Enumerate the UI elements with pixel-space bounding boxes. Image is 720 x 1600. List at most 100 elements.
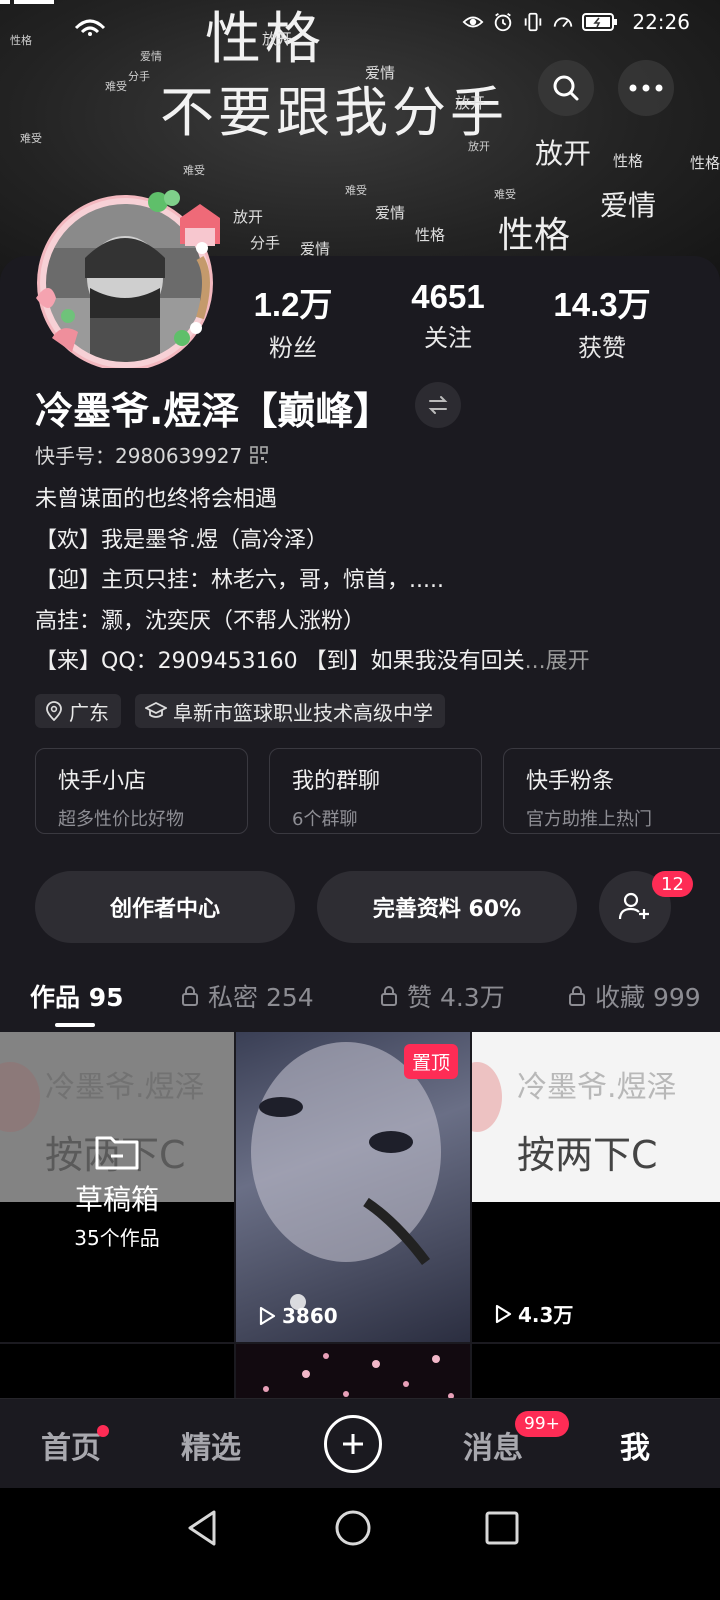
tab-liked-label: 赞 4.3万 (407, 983, 505, 1012)
banner-word: 爱情 (365, 64, 396, 82)
bio-line: 【迎】主页只挂：林老六，哥，惊首，..... (35, 568, 444, 593)
qr-code-icon[interactable] (250, 445, 269, 464)
status-carrier-glyph (0, 0, 140, 44)
bio-expand-link[interactable]: 展开 (546, 649, 590, 674)
kuaishou-id-row[interactable]: 快手号：2980639927 (35, 440, 269, 469)
back-icon[interactable] (184, 1508, 220, 1548)
home-notification-dot (97, 1425, 109, 1437)
battery-icon (582, 13, 618, 31)
banner-word: 爱情 (140, 50, 162, 63)
stat-likes-value: 14.3万 (553, 286, 651, 323)
video-item[interactable]: 冷墨爷.煜泽 按两下C 4.3万 (472, 1032, 720, 1342)
card-promotion[interactable]: 快手粉条 官方助推上热门 (503, 748, 720, 834)
banner-word: 放开 (468, 140, 490, 153)
plus-icon (343, 1434, 363, 1454)
add-user-icon (618, 892, 649, 920)
banner-word: 爱情 (600, 189, 657, 222)
location-pin-icon (46, 701, 62, 721)
banner-word: 性格 (415, 226, 446, 244)
profile-nickname: 冷墨爷.煜泽【巅峰】 (35, 389, 392, 433)
tab-works-label: 作品 95 (30, 983, 124, 1012)
tab-favorites[interactable]: 收藏 999 (567, 978, 701, 1014)
vibrate-icon (525, 12, 542, 32)
complete-profile-button[interactable]: 完善资料 60% (317, 871, 577, 943)
tab-private-label: 私密 254 (208, 983, 314, 1012)
lock-icon (569, 986, 585, 1006)
status-bar: 22:26 (0, 0, 720, 48)
play-count-value: 3860 (282, 1304, 338, 1328)
play-icon (259, 1306, 276, 1326)
bottom-nav: 首页 精选 消息 99+ 我 (0, 1398, 720, 1488)
banner-word: 难受 (494, 188, 516, 201)
stat-likes[interactable]: 14.3万 获赞 (537, 278, 667, 363)
card-shop[interactable]: 快手小店 超多性价比好物 (35, 748, 248, 834)
card-group-chat-title: 我的群聊 (292, 769, 381, 794)
play-count-value: 4.3万 (518, 1303, 574, 1327)
play-count: 3860 (258, 1304, 338, 1328)
bio-line-last: 【来】QQ：2909453160 【到】如果我没有回关...展开 (35, 644, 685, 685)
banner-word: 分手 (250, 234, 281, 252)
more-button[interactable] (618, 60, 674, 116)
create-button[interactable] (324, 1415, 382, 1473)
bio-line-text: 【来】QQ：2909453160 【到】如果我没有回关 (35, 649, 525, 674)
stat-following-value: 4651 (411, 278, 485, 315)
banner-word: 放开 (535, 137, 592, 170)
search-button[interactable] (538, 60, 594, 116)
alarm-icon (495, 12, 512, 32)
drafts-folder[interactable]: 冷墨爷.煜泽 按两下C 草稿箱 35个作品 (0, 1032, 234, 1342)
more-dots-icon (629, 84, 663, 92)
banner-word: 放开 (455, 94, 486, 112)
stats-row: 1.2万 粉丝 4651 关注 14.3万 获赞 (0, 278, 720, 362)
stat-likes-label: 获赞 (578, 334, 626, 362)
switch-account-button[interactable] (415, 382, 461, 428)
bio-ellipsis: ... (524, 649, 546, 674)
profile-bio: 未曾谋面的也终将会相遇 【欢】我是墨爷.煜（高冷泽） 【迎】主页只挂：林老六，哥… (35, 482, 685, 685)
banner-word: 分手 (128, 70, 150, 83)
bio-line: 高挂：灏，沈奕厌（不帮人涨粉） (35, 608, 366, 634)
banner-word: 性格 (690, 154, 720, 172)
banner-word: 性格 (498, 215, 571, 256)
bio-line: 【欢】我是墨爷.煜（高冷泽） (35, 527, 328, 553)
tab-liked[interactable]: 赞 4.3万 (379, 978, 505, 1014)
card-promotion-subtitle: 官方助推上热门 (526, 809, 652, 830)
play-count: 4.3万 (494, 1299, 573, 1328)
home-circle-icon[interactable] (334, 1509, 372, 1547)
card-promotion-title: 快手粉条 (526, 769, 615, 794)
banner-word: 放开 (233, 208, 264, 226)
school-tag[interactable]: 阜新市篮球职业技术高级中学 (135, 694, 445, 728)
stat-following-label: 关注 (424, 324, 472, 352)
pinned-badge: 置顶 (403, 1044, 458, 1079)
tab-private[interactable]: 私密 254 (180, 978, 314, 1014)
tab-works[interactable]: 作品 95 (30, 978, 124, 1014)
location-tag[interactable]: 广东 (35, 694, 121, 728)
kuaishou-id-value: 2980639927 (115, 444, 243, 468)
video-item[interactable]: 置顶 3860 (236, 1032, 470, 1342)
creator-center-button[interactable]: 创作者中心 (35, 871, 295, 943)
banner-word: 难受 (20, 132, 42, 145)
status-time: 22:26 (632, 10, 690, 34)
drafts-title: 草稿箱 (74, 1183, 159, 1216)
stat-following[interactable]: 4651 关注 (383, 278, 513, 353)
content-tabs: 作品 95 私密 254 赞 4.3万 收藏 999 (0, 970, 720, 1030)
folder-icon (95, 1136, 139, 1170)
card-shop-title: 快手小店 (58, 769, 147, 794)
nav-messages[interactable]: 消息 (463, 1423, 523, 1467)
school-text: 阜新市篮球职业技术高级中学 (173, 700, 433, 725)
card-group-chat[interactable]: 我的群聊 6个群聊 (269, 748, 482, 834)
eye-icon (462, 16, 484, 28)
video-item[interactable] (236, 1344, 470, 1404)
recents-square-icon[interactable] (484, 1510, 520, 1546)
banner-word: 爱情 (375, 204, 406, 222)
video-item[interactable] (0, 1344, 234, 1404)
video-thumb-text: 冷墨爷.煜泽 (517, 1070, 677, 1105)
nav-home[interactable]: 首页 (41, 1423, 101, 1467)
graduation-cap-icon (145, 701, 167, 718)
nav-me[interactable]: 我 (620, 1423, 650, 1467)
system-nav-bar (0, 1488, 720, 1600)
banner-word: 难受 (105, 80, 127, 93)
stat-followers[interactable]: 1.2万 粉丝 (228, 278, 358, 363)
nav-featured[interactable]: 精选 (181, 1423, 241, 1467)
stat-followers-label: 粉丝 (269, 334, 317, 362)
video-item[interactable] (472, 1344, 720, 1404)
card-group-chat-subtitle: 6个群聊 (292, 809, 358, 830)
